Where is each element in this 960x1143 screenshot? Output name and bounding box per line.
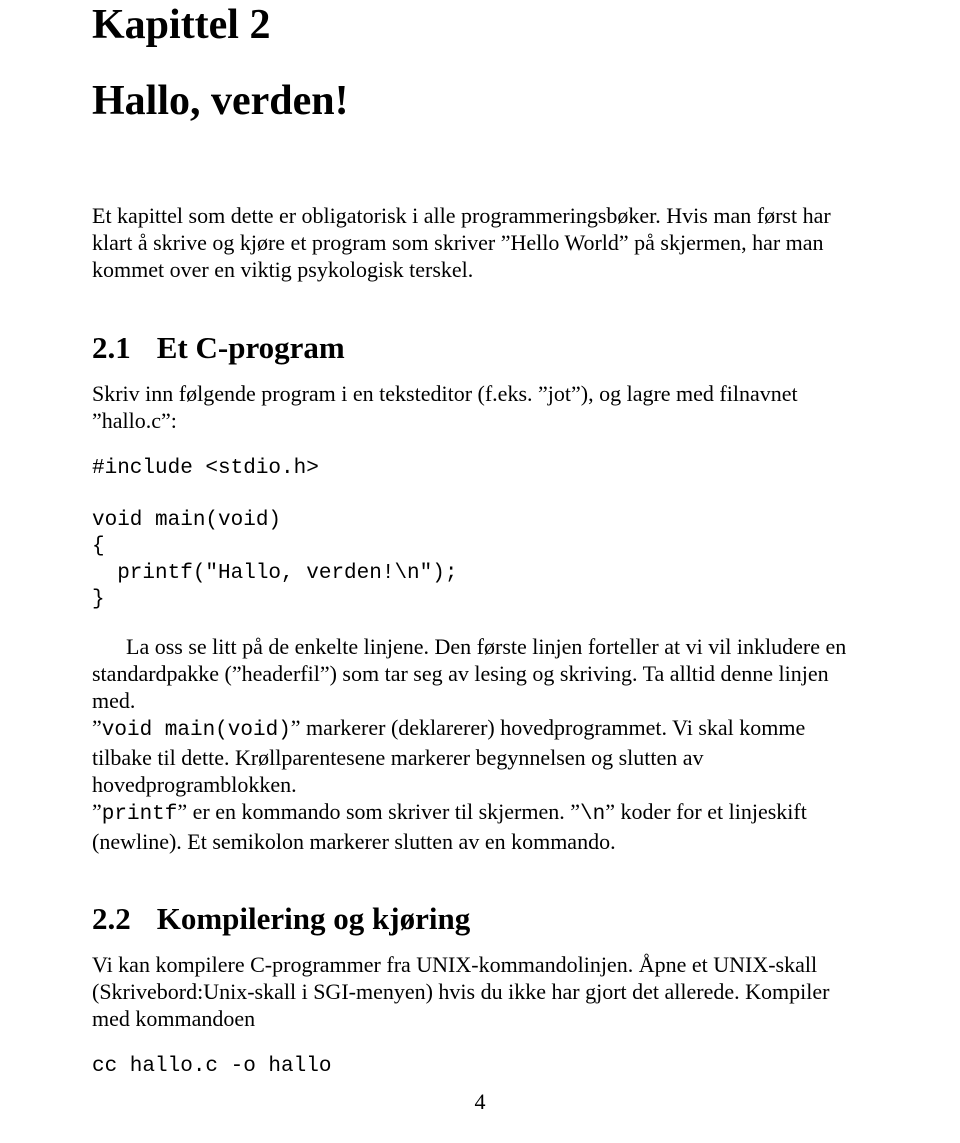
section-number: 2.1	[92, 330, 131, 366]
page-number: 4	[0, 1089, 960, 1115]
chapter-label: Kapittel 2	[92, 0, 870, 48]
section-2-2-p1: Vi kan kompilere C-programmer fra UNIX-k…	[92, 951, 870, 1032]
page: Kapittel 2 Hallo, verden! Et kapittel so…	[0, 0, 960, 1143]
chapter-title: Hallo, verden!	[92, 78, 870, 124]
section-title: Et C-program	[157, 330, 345, 365]
section-2-2-heading: 2.2 Kompilering og kjøring	[92, 901, 870, 937]
section-title: Kompilering og kjøring	[157, 901, 470, 936]
text-run: ” er en kommando som skriver til skjerme…	[177, 799, 580, 824]
code-inline-printf: printf	[102, 803, 178, 826]
text-run: La oss se litt på de enkelte linjene. De…	[92, 634, 846, 713]
code-inline-void-main: void main(void)	[102, 719, 291, 742]
code-inline-newline: \n	[580, 803, 605, 826]
section-2-1-p2: La oss se litt på de enkelte linjene. De…	[92, 633, 870, 855]
code-block-hallo-c: #include <stdio.h> void main(void) { pri…	[92, 456, 870, 614]
section-2-1-p1: Skriv inn følgende program i en tekstedi…	[92, 380, 870, 434]
section-number: 2.2	[92, 901, 131, 937]
code-block-cc: cc hallo.c -o hallo	[92, 1054, 870, 1080]
section-2-1-heading: 2.1 Et C-program	[92, 330, 870, 366]
intro-paragraph: Et kapittel som dette er obligatorisk i …	[92, 202, 870, 283]
